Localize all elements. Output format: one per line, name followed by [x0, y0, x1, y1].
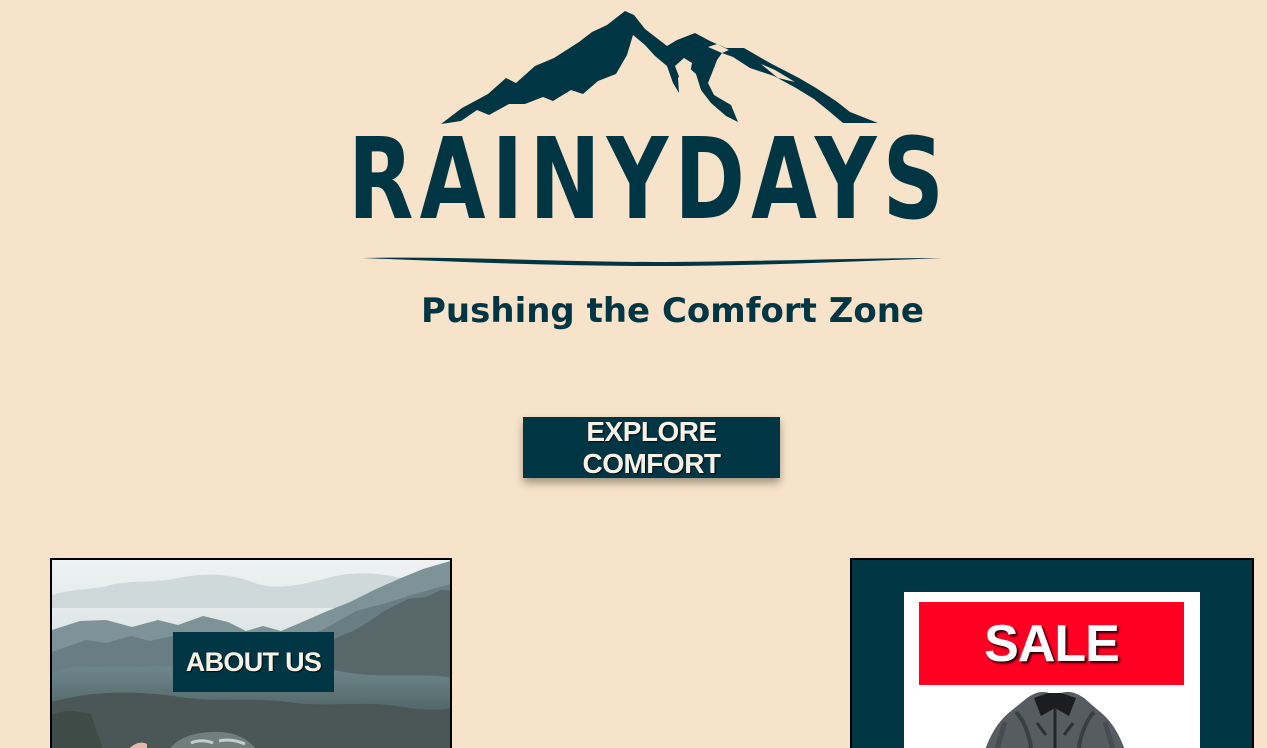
home-page: RAINYDAYS Pushing the Comfort Zone EXPLO…: [0, 0, 1267, 748]
jacket-image: [985, 691, 1125, 748]
brand-name: RAINYDAYS: [348, 115, 951, 245]
sale-panel[interactable]: SALE: [904, 592, 1200, 748]
sale-card[interactable]: SALE: [850, 558, 1254, 748]
sale-banner[interactable]: SALE: [919, 602, 1184, 685]
tagline-text: Pushing the Comfort Zone: [421, 291, 924, 331]
tagline-row: Pushing the Comfort Zone: [409, 286, 924, 336]
about-card[interactable]: ABOUT US: [50, 558, 452, 748]
explore-comfort-button[interactable]: EXPLORE COMFORT: [523, 416, 780, 479]
about-us-button[interactable]: ABOUT US: [173, 632, 334, 692]
brand-logo: RAINYDAYS Pushing the Comfort Zone: [340, 0, 960, 345]
